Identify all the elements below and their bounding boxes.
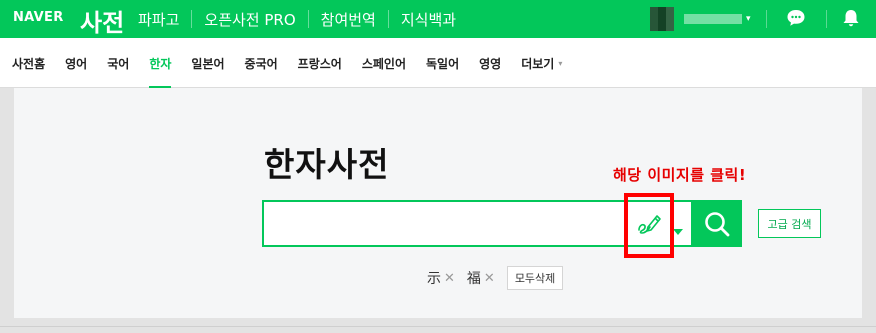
page-side-margin (0, 88, 14, 318)
bell-icon[interactable] (842, 8, 860, 32)
chat-icon[interactable] (786, 8, 806, 32)
tab-more[interactable]: 더보기 ▾ (521, 38, 562, 88)
avatar (650, 7, 674, 31)
nav-divider (387, 10, 389, 28)
chevron-down-icon: ▾ (558, 58, 563, 68)
recent-search-char[interactable]: 示 (427, 268, 441, 288)
close-icon[interactable]: ✕ (444, 271, 455, 286)
recent-search-item: 示 ✕ (427, 268, 455, 288)
tab-french[interactable]: 프랑스어 (298, 38, 342, 88)
tab-english[interactable]: 영어 (65, 38, 87, 88)
tab-dictionary-home[interactable]: 사전홈 (12, 38, 45, 88)
divider (0, 326, 876, 327)
tab-german[interactable]: 독일어 (426, 38, 459, 88)
user-menu[interactable]: ▾ (650, 7, 751, 31)
tab-spanish[interactable]: 스페인어 (362, 38, 406, 88)
tab-more-label: 더보기 (521, 56, 555, 71)
page-title: 한자사전 (264, 145, 390, 184)
top-nav: 파파고 오픈사전 PRO 참여번역 지식백과 (126, 0, 460, 38)
nav-participation-translation[interactable]: 참여번역 (317, 9, 380, 30)
clear-all-button[interactable]: 모두삭제 (506, 266, 564, 290)
search-icon (705, 211, 730, 236)
tab-korean[interactable]: 국어 (107, 38, 129, 88)
advanced-search-button[interactable]: 고급 검색 (758, 209, 821, 238)
search-input[interactable] (272, 210, 612, 238)
dictionary-tabs-bar: 사전홈 영어 국어 한자 일본어 중국어 프랑스어 스페인어 독일어 영영 더보… (0, 38, 876, 88)
recent-search-char[interactable]: 福 (467, 268, 481, 288)
tab-japanese[interactable]: 일본어 (191, 38, 224, 88)
chevron-down-icon: ▾ (746, 14, 751, 24)
nav-knowledge-encyclopedia[interactable]: 지식백과 (397, 9, 460, 30)
nav-papago[interactable]: 파파고 (126, 9, 183, 30)
dictionary-brand[interactable]: 사전 (80, 3, 124, 38)
close-icon[interactable]: ✕ (484, 271, 495, 286)
search-button[interactable] (692, 200, 742, 247)
nav-divider (191, 10, 193, 28)
naver-logo[interactable]: NAVER (13, 10, 64, 25)
input-tool-dropdown-icon[interactable] (673, 220, 683, 239)
annotation-highlight-box (624, 193, 674, 258)
recent-search-item: 福 ✕ (467, 268, 495, 288)
tab-chinese[interactable]: 중국어 (245, 38, 278, 88)
tab-hanja[interactable]: 한자 (149, 38, 172, 88)
header-divider (766, 10, 767, 28)
nav-divider (307, 10, 309, 28)
header-divider (826, 10, 827, 28)
nav-open-dictionary-pro[interactable]: 오픈사전 PRO (200, 9, 299, 30)
annotation-text: 해당 이미지를 클릭! (613, 166, 747, 184)
tab-english-english[interactable]: 영영 (479, 38, 501, 88)
recent-searches: 示 ✕ 福 ✕ 모두삭제 (427, 266, 564, 290)
dictionary-tabs: 사전홈 영어 국어 한자 일본어 중국어 프랑스어 스페인어 독일어 영영 더보… (12, 38, 582, 88)
user-name-blurred (684, 14, 742, 24)
top-header: NAVER 사전 파파고 오픈사전 PRO 참여번역 지식백과 ▾ (0, 0, 876, 38)
